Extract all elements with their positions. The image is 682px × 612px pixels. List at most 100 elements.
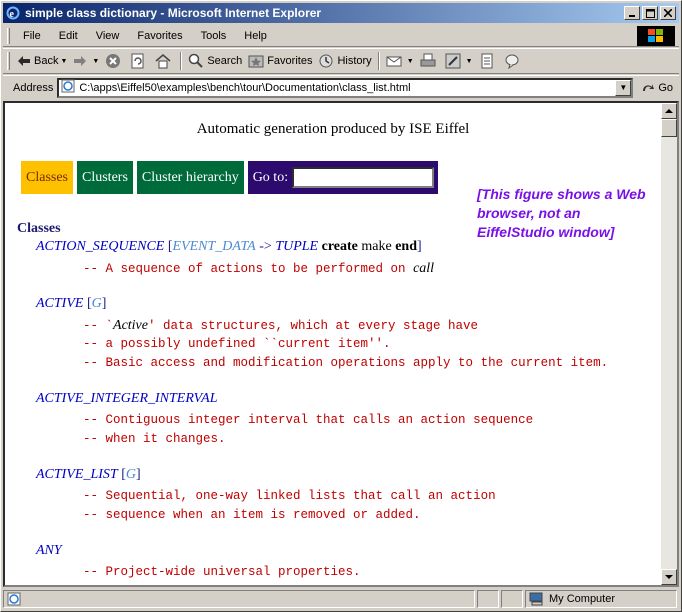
home-button[interactable]	[152, 50, 177, 72]
scroll-down-button[interactable]	[661, 569, 677, 585]
generic-close-bracket: ]	[417, 239, 422, 254]
standard-toolbar: Back ▼ ▼ Search Favorites History ▼ ▼	[3, 48, 679, 74]
forward-button[interactable]: ▼	[70, 50, 102, 72]
menu-edit[interactable]: Edit	[50, 30, 87, 42]
home-icon	[155, 54, 171, 69]
history-button[interactable]: History	[315, 50, 374, 72]
address-dropdown-button[interactable]: ▼	[615, 79, 632, 96]
class-comment: -- a possibly undefined ``current item''…	[83, 337, 391, 351]
nav-clusters-link[interactable]: Clusters	[77, 161, 133, 194]
menu-view[interactable]: View	[87, 30, 129, 42]
status-zone: My Computer	[525, 590, 677, 608]
toolbar-separator	[377, 52, 380, 70]
generic-close-bracket: ]	[101, 296, 107, 311]
discuss-icon	[481, 53, 493, 69]
back-button[interactable]: Back ▼	[14, 50, 70, 72]
class-comment: -- A sequence of actions to be performed…	[83, 261, 434, 277]
class-comment: -- Contiguous integer interval that call…	[83, 413, 534, 427]
favorites-icon	[248, 55, 264, 68]
scroll-thumb[interactable]	[661, 119, 677, 137]
class-entry: ACTIVE_LIST [G]	[36, 467, 141, 483]
class-comment: -- Project-wide universal properties.	[83, 565, 361, 579]
class-link[interactable]: ANY	[36, 543, 62, 558]
comment-text: -- `	[83, 319, 114, 333]
comment-emphasis: call	[413, 261, 435, 276]
nav-classes-link[interactable]: Classes	[21, 161, 73, 194]
menu-bar: File Edit View Favorites Tools Help	[3, 25, 679, 47]
messenger-button[interactable]	[501, 50, 526, 72]
close-button[interactable]	[660, 6, 676, 20]
class-entry: ACTIVE_INTEGER_INTERVAL	[36, 391, 217, 407]
end-keyword: end	[395, 239, 417, 254]
class-entry: ACTION_SEQUENCE [EVENT_DATA -> TUPLE cre…	[36, 239, 422, 255]
comment-emphasis: Active	[113, 318, 148, 333]
address-field[interactable]: C:\apps\Eiffel50\examples\bench\tour\Doc…	[57, 77, 634, 98]
favorites-label: Favorites	[267, 55, 313, 67]
status-bar: My Computer	[3, 589, 679, 609]
constraint-class-link[interactable]: TUPLE	[275, 239, 318, 254]
comment-text: -- A sequence of actions to be performed…	[83, 262, 414, 276]
forward-arrow-icon	[74, 56, 87, 66]
mail-button[interactable]: ▼	[383, 50, 417, 72]
toolbar-grip	[7, 52, 10, 70]
address-label: Address	[13, 81, 54, 94]
maximize-button[interactable]	[642, 6, 658, 20]
menu-help[interactable]: Help	[235, 30, 276, 42]
class-entry: ANY	[36, 543, 62, 559]
favorites-button[interactable]: Favorites	[245, 50, 315, 72]
go-button[interactable]: Go	[633, 81, 679, 95]
history-label: History	[337, 55, 372, 67]
menu-tools[interactable]: Tools	[192, 30, 236, 42]
goto-label: Go to:	[252, 169, 289, 185]
my-computer-icon	[529, 592, 543, 606]
edit-button[interactable]: ▼	[442, 50, 476, 72]
messenger-icon	[505, 54, 519, 69]
search-button[interactable]: Search	[185, 50, 245, 72]
svg-text:e: e	[10, 9, 15, 20]
zone-label: My Computer	[549, 593, 616, 605]
class-entry: ACTIVE [G]	[36, 296, 106, 312]
minimize-button[interactable]	[624, 6, 640, 20]
constraint-arrow: ->	[255, 239, 276, 254]
generic-param-link[interactable]: G	[126, 467, 136, 482]
discuss-button[interactable]	[476, 50, 501, 72]
print-icon	[420, 53, 436, 67]
generation-notice: Automatic generation produced by ISE Eif…	[196, 121, 470, 137]
page-content: Automatic generation produced by ISE Eif…	[5, 103, 661, 585]
stop-button[interactable]	[102, 50, 127, 72]
generic-param-link[interactable]: EVENT_DATA	[173, 239, 256, 254]
menu-grip	[7, 27, 10, 44]
doc-nav-bar: Classes Clusters Cluster hierarchy Go to…	[21, 161, 439, 194]
vertical-scrollbar[interactable]	[661, 103, 677, 585]
nav-cluster-hierarchy-link[interactable]: Cluster hierarchy	[136, 161, 244, 194]
address-url: C:\apps\Eiffel50\examples\bench\tour\Doc…	[79, 81, 411, 94]
ie-icon: e	[5, 5, 21, 21]
print-button[interactable]	[417, 50, 442, 72]
class-link[interactable]: ACTIVE_INTEGER_INTERVAL	[36, 391, 217, 406]
scroll-up-button[interactable]	[661, 103, 677, 119]
toolbar-separator	[180, 52, 183, 70]
menu-favorites[interactable]: Favorites	[128, 30, 191, 42]
class-link[interactable]: ACTIVE	[36, 296, 83, 311]
refresh-button[interactable]	[127, 50, 152, 72]
class-link[interactable]: ACTION_SEQUENCE	[36, 239, 164, 254]
menu-file[interactable]: File	[14, 30, 50, 42]
title-bar: e simple class dictionary - Microsoft In…	[3, 3, 679, 23]
address-bar: Address C:\apps\Eiffel50\examples\bench\…	[3, 75, 679, 99]
windows-logo-icon	[637, 26, 675, 46]
goto-input[interactable]	[292, 167, 435, 188]
class-comment: -- Basic access and modification operati…	[83, 356, 609, 370]
search-icon	[189, 53, 204, 68]
class-comment: -- when it changes.	[83, 432, 226, 446]
class-comment: -- Sequential, one-way linked lists that…	[83, 489, 496, 503]
goto-box: Go to:	[247, 161, 439, 194]
go-label: Go	[658, 81, 673, 94]
class-link[interactable]: ACTIVE_LIST	[36, 467, 118, 482]
window-title: simple class dictionary - Microsoft Inte…	[25, 6, 322, 20]
classes-heading: Classes	[17, 221, 61, 236]
comment-text: ' data structures, which at every stage …	[148, 319, 479, 333]
refresh-icon	[131, 53, 144, 69]
generic-param-link[interactable]: G	[92, 296, 102, 311]
class-comment: -- sequence when an item is removed or a…	[83, 508, 421, 522]
back-arrow-icon	[18, 56, 30, 66]
